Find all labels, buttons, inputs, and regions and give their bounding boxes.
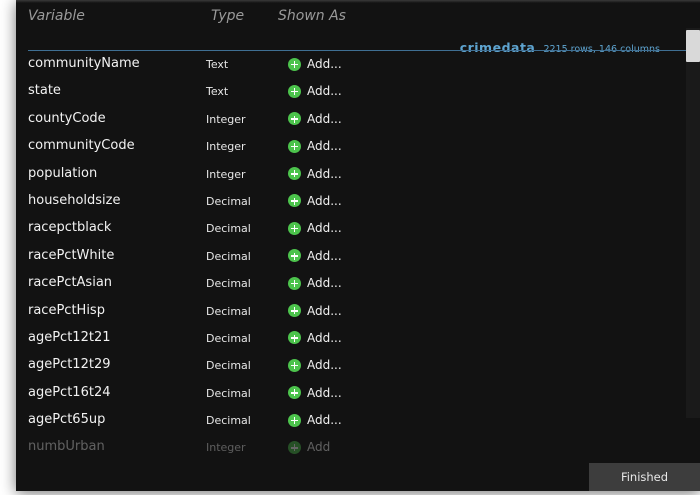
plus-circle-icon — [288, 304, 301, 318]
add-label: Add... — [307, 303, 342, 318]
add-label: Add... — [307, 413, 342, 428]
variable-row: communityCode Integer Add... — [16, 133, 676, 160]
variable-row: population Integer Add... — [16, 161, 676, 188]
add-label: Add... — [307, 221, 342, 236]
add-label: Add — [307, 440, 331, 455]
variable-name: agePct65up — [28, 412, 106, 428]
add-shown-as-button[interactable]: Add... — [288, 328, 342, 348]
add-shown-as-button[interactable]: Add... — [288, 383, 342, 403]
column-header-shown-as: Shown As — [278, 8, 346, 24]
scrollbar-thumb[interactable] — [686, 30, 700, 62]
variable-type: Text — [206, 85, 229, 99]
variable-name: communityCode — [28, 138, 135, 154]
column-header-variable: Variable — [28, 8, 85, 24]
add-label: Add... — [307, 276, 342, 291]
variable-row: racepctblack Decimal Add... — [16, 215, 676, 242]
variable-list: communityName Text Add... state Text Add... co… — [16, 51, 676, 462]
add-label: Add... — [307, 166, 342, 181]
add-label: Add... — [307, 139, 342, 154]
variable-type: Decimal — [206, 222, 251, 236]
add-label: Add... — [307, 330, 342, 345]
plus-circle-icon — [288, 57, 301, 71]
variable-name: racePctHisp — [28, 302, 105, 318]
variable-name: agePct12t21 — [28, 329, 111, 345]
variable-type: Integer — [206, 140, 246, 154]
variable-row: householdsize Decimal Add... — [16, 188, 676, 215]
variable-type: Decimal — [206, 249, 251, 263]
add-shown-as-button[interactable]: Add... — [288, 273, 342, 293]
variable-name: householdsize — [28, 192, 121, 208]
column-header-type: Type — [211, 8, 245, 24]
plus-circle-icon — [288, 194, 301, 208]
variable-name: state — [28, 83, 61, 99]
variable-name: countyCode — [28, 110, 106, 126]
variable-row: numbUrban Integer Add — [16, 434, 676, 461]
plus-circle-icon — [288, 276, 301, 290]
variable-type: Integer — [206, 112, 246, 126]
variable-name: racePctWhite — [28, 247, 115, 263]
finished-button[interactable]: Finished — [589, 463, 700, 491]
variable-type: Decimal — [206, 359, 251, 373]
variable-row: agePct12t21 Decimal Add... — [16, 325, 676, 352]
add-shown-as-button[interactable]: Add... — [288, 191, 342, 211]
variable-name: communityName — [28, 56, 140, 71]
variable-row: communityName Text Add... — [16, 51, 676, 78]
add-label: Add... — [307, 111, 342, 126]
variable-type: Integer — [206, 441, 246, 455]
variable-type: Integer — [206, 167, 246, 181]
variable-row: countyCode Integer Add... — [16, 106, 676, 133]
variable-row: racePctAsian Decimal Add... — [16, 270, 676, 297]
variable-name: population — [28, 165, 98, 181]
plus-circle-icon — [288, 139, 301, 153]
add-shown-as-button[interactable]: Add... — [288, 218, 342, 238]
variable-type: Decimal — [206, 194, 251, 208]
plus-circle-icon — [288, 358, 301, 372]
variable-row: agePct16t24 Decimal Add... — [16, 380, 676, 407]
plus-circle-icon — [288, 84, 301, 98]
variable-row: state Text Add... — [16, 78, 676, 105]
variable-type: Decimal — [206, 304, 251, 318]
variable-name: racePctAsian — [28, 275, 113, 291]
add-label: Add... — [307, 385, 342, 400]
add-label: Add... — [307, 84, 342, 99]
plus-circle-icon — [288, 440, 301, 454]
add-label: Add... — [307, 248, 342, 263]
add-shown-as-button[interactable]: Add... — [288, 355, 342, 375]
plus-circle-icon — [288, 386, 301, 400]
add-label: Add... — [307, 193, 342, 208]
add-label: Add... — [307, 358, 342, 373]
variable-type: Decimal — [206, 386, 251, 400]
plus-circle-icon — [288, 249, 301, 263]
plus-circle-icon — [288, 112, 301, 126]
plus-circle-icon — [288, 221, 301, 235]
add-shown-as-button[interactable]: Add... — [288, 109, 342, 129]
variable-editor-panel: Variable Type Shown As crimedata 2215 ro… — [16, 0, 700, 491]
add-shown-as-button[interactable]: Add — [288, 437, 330, 457]
variable-row: agePct12t29 Decimal Add... — [16, 352, 676, 379]
variable-row: racePctHisp Decimal Add... — [16, 298, 676, 325]
scrollbar[interactable] — [686, 28, 700, 418]
add-shown-as-button[interactable]: Add... — [288, 136, 342, 156]
variable-type: Decimal — [206, 277, 251, 291]
plus-circle-icon — [288, 331, 301, 345]
variable-row: racePctWhite Decimal Add... — [16, 243, 676, 270]
add-shown-as-button[interactable]: Add... — [288, 246, 342, 266]
variable-name: agePct16t24 — [28, 384, 111, 400]
plus-circle-icon — [288, 413, 301, 427]
add-shown-as-button[interactable]: Add... — [288, 410, 342, 430]
variable-name: numbUrban — [28, 439, 105, 455]
variable-type: Decimal — [206, 331, 251, 345]
variable-name: agePct12t29 — [28, 357, 111, 373]
add-shown-as-button[interactable]: Add... — [288, 164, 342, 184]
add-shown-as-button[interactable]: Add... — [288, 81, 342, 101]
add-shown-as-button[interactable]: Add... — [288, 301, 342, 321]
plus-circle-icon — [288, 167, 301, 181]
variable-row: agePct65up Decimal Add... — [16, 407, 676, 434]
variable-type: Text — [206, 58, 229, 71]
variable-type: Decimal — [206, 414, 251, 428]
add-label: Add... — [307, 57, 342, 71]
variable-name: racepctblack — [28, 220, 112, 236]
add-shown-as-button[interactable]: Add... — [288, 54, 342, 74]
